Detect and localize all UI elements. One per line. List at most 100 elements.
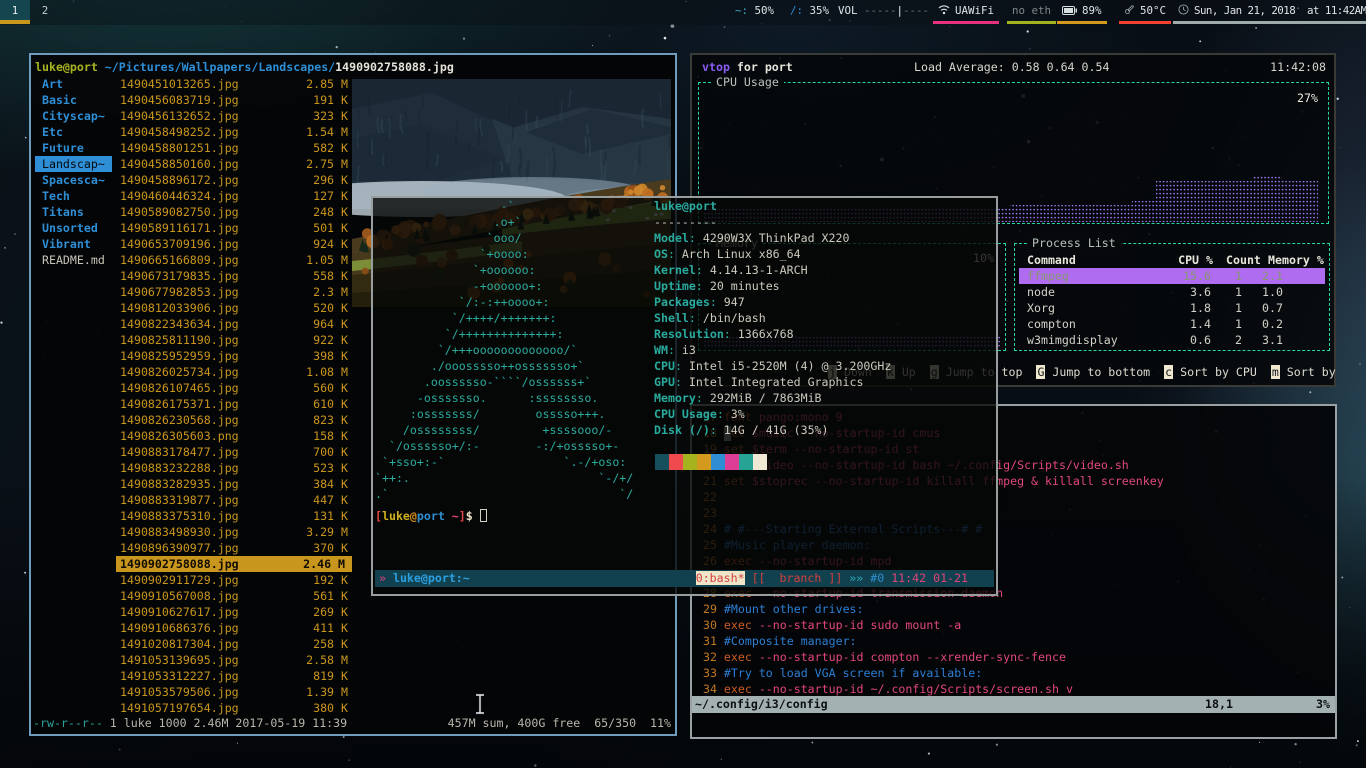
tmux-window-bash[interactable]: 0:bash* xyxy=(696,571,745,585)
ranger-file[interactable]: 1490883282935.jpg xyxy=(120,476,239,492)
bar-block-wifi[interactable]: UAWiFi xyxy=(938,0,994,24)
ranger-file[interactable]: 1490826025734.jpg xyxy=(120,364,239,380)
ranger-file[interactable]: 1490589082750.jpg xyxy=(120,204,239,220)
bar-block-ethernet[interactable]: no eth xyxy=(1012,0,1051,24)
ranger-file[interactable]: 1490826107465.jpg xyxy=(120,380,239,396)
neofetch-info-WM: WM: i3 xyxy=(654,342,696,358)
vtop-host: for port xyxy=(730,60,793,74)
ranger-file[interactable]: 1490460446324.jpg xyxy=(120,188,239,204)
ranger-file[interactable]: 1490910686376.jpg xyxy=(120,620,239,636)
shell-prompt[interactable]: [luke@port ~]$ xyxy=(375,508,487,524)
process-row-ffmpeg[interactable]: ffmpeg15.612.1 xyxy=(1019,268,1325,284)
workspace-label: 2 xyxy=(42,4,49,17)
process-name: node xyxy=(1027,284,1055,300)
ranger-file[interactable]: 1491057197654.jpg xyxy=(120,700,239,716)
ethernet-value: no eth xyxy=(1012,4,1051,17)
ranger-file-size: 447 K xyxy=(313,492,348,508)
ranger-file[interactable]: 1490458801251.jpg xyxy=(120,140,239,156)
ranger-user-host: luke@port xyxy=(35,60,98,74)
bar-block-clock[interactable]: Sun, Jan 21, 2018 at 11:42AM xyxy=(1178,0,1366,24)
process-list-box: Process List CommandCPU %CountMemory % f… xyxy=(1014,243,1330,351)
ranger-file[interactable]: 1490883232288.jpg xyxy=(120,460,239,476)
col-memory[interactable]: Memory % xyxy=(1268,252,1324,268)
ranger-file[interactable]: 1490653709196.jpg xyxy=(120,236,239,252)
ranger-dir-Basic[interactable]: Basic xyxy=(35,92,84,108)
ranger-file[interactable]: 1490665166809.jpg xyxy=(120,252,239,268)
ranger-file[interactable]: 1490910567008.jpg xyxy=(120,588,239,604)
ranger-file[interactable]: 1490883319877.jpg xyxy=(120,492,239,508)
ranger-file[interactable]: 1491053579506.jpg xyxy=(120,684,239,700)
ranger-dir-Cityscap[interactable]: Cityscap~ xyxy=(35,108,112,124)
ranger-file[interactable]: 1491020817304.jpg xyxy=(120,636,239,652)
keybar-key-m[interactable]: m xyxy=(1271,365,1280,379)
process-row-node[interactable]: node3.611.0 xyxy=(1019,284,1325,300)
process-row-compton[interactable]: compton1.410.2 xyxy=(1019,316,1325,332)
ranger-file[interactable]: 1490883498930.jpg xyxy=(120,524,239,540)
process-cpu: 1.8 xyxy=(1145,300,1211,316)
process-memory: 0.7 xyxy=(1262,300,1283,316)
ranger-file[interactable]: 1490896390977.jpg xyxy=(120,540,239,556)
desktop: luke@port ~/Pictures/Wallpapers/Landscap… xyxy=(0,0,1366,768)
ranger-file[interactable]: 1490910627617.jpg xyxy=(120,604,239,620)
col-cpu[interactable]: CPU % xyxy=(1145,252,1213,268)
ranger-file[interactable]: 1490902911729.jpg xyxy=(120,572,239,588)
bar-block-volume[interactable]: VOL -----|---- xyxy=(838,0,929,24)
ranger-file[interactable]: 1490458896172.jpg xyxy=(120,172,239,188)
ranger-file[interactable]: 1490589116171.jpg xyxy=(120,220,239,236)
prompt-part: ] xyxy=(459,509,466,523)
info-colon: : xyxy=(710,295,717,309)
process-count: 2 xyxy=(1235,332,1242,348)
col-count[interactable]: Count xyxy=(1226,252,1261,268)
ranger-file-size: 501 K xyxy=(313,220,348,236)
bar-block-disk-home[interactable]: ~: 50% xyxy=(735,0,774,24)
workspace-button-1[interactable]: 1 xyxy=(0,0,30,24)
ranger-file-selected[interactable]: 1490902758088.jpg2.46 M xyxy=(116,556,352,572)
ranger-file[interactable]: 1490458498252.jpg xyxy=(120,124,239,140)
ranger-file[interactable]: 1490456132652.jpg xyxy=(120,108,239,124)
workspace-button-2[interactable]: 2 xyxy=(30,0,60,24)
ranger-dir-Vibrant[interactable]: Vibrant xyxy=(35,236,98,252)
ranger-file[interactable]: 1490883178477.jpg xyxy=(120,444,239,460)
ranger-dir-READMEmd[interactable]: README.md xyxy=(35,252,112,268)
bar-block-battery[interactable]: 89% xyxy=(1062,0,1102,24)
ranger-dir-Art[interactable]: Art xyxy=(35,76,70,92)
file-details: 1 luke 1000 2.46M 2017-05-19 11:39 xyxy=(103,716,347,730)
ranger-file-size: 610 K xyxy=(313,396,348,412)
process-row-w3mimgdisplay[interactable]: w3mimgdisplay0.623.1 xyxy=(1019,332,1325,348)
ranger-file[interactable]: 1490825952959.jpg xyxy=(120,348,239,364)
ranger-dir-Etc[interactable]: Etc xyxy=(35,124,70,140)
ranger-file[interactable]: 1490458850160.jpg xyxy=(120,156,239,172)
bar-block-disk-root[interactable]: /: 35% xyxy=(790,0,829,24)
ranger-dir-Landscap[interactable]: Landscap~ xyxy=(35,156,112,172)
ranger-file[interactable]: 1490451013265.jpg xyxy=(120,76,239,92)
bar-block-temperature[interactable]: 50°C xyxy=(1124,0,1166,24)
ranger-file-size: 2.85 M xyxy=(306,76,348,92)
ranger-file[interactable]: 1490673179835.jpg xyxy=(120,268,239,284)
window-neofetch[interactable]: -` .o+` `ooo/ `+oooo: `+oooooo: -+oooooo… xyxy=(371,196,998,596)
process-row-Xorg[interactable]: Xorg1.810.7 xyxy=(1019,300,1325,316)
disk-home-prefix: ~: xyxy=(735,4,748,17)
info-value: 947 xyxy=(717,295,745,309)
vim-token: exec xyxy=(724,650,752,664)
ranger-dir-Titans[interactable]: Titans xyxy=(35,204,91,220)
ranger-file[interactable]: 1490677982853.jpg xyxy=(120,284,239,300)
ranger-file[interactable]: 1490826175371.jpg xyxy=(120,396,239,412)
ranger-dir-Spacesca[interactable]: Spacesca~ xyxy=(35,172,112,188)
ranger-dir-Future[interactable]: Future xyxy=(35,140,91,156)
ranger-file[interactable]: 1490826230568.jpg xyxy=(120,412,239,428)
keybar-label: Jump to bottom xyxy=(1045,365,1164,379)
ranger-file[interactable]: 1490883375310.jpg xyxy=(120,508,239,524)
col-command[interactable]: Command xyxy=(1027,252,1076,268)
ranger-file[interactable]: 1490812033906.jpg xyxy=(120,300,239,316)
tmux-session-index: #0 xyxy=(863,571,884,585)
ranger-file[interactable]: 1490822343634.jpg xyxy=(120,316,239,332)
ranger-file[interactable]: 1491053312227.jpg xyxy=(120,668,239,684)
ranger-file[interactable]: 1490825811190.jpg xyxy=(120,332,239,348)
palette-swatch-6 xyxy=(739,454,753,470)
ranger-dir-Unsorted[interactable]: Unsorted xyxy=(35,220,105,236)
ranger-file[interactable]: 1490826305603.png xyxy=(120,428,239,444)
ranger-file[interactable]: 1491053139695.jpg xyxy=(120,652,239,668)
keybar-key-c[interactable]: c xyxy=(1164,365,1173,379)
ranger-file[interactable]: 1490456083719.jpg xyxy=(120,92,239,108)
ranger-dir-Tech[interactable]: Tech xyxy=(35,188,77,204)
